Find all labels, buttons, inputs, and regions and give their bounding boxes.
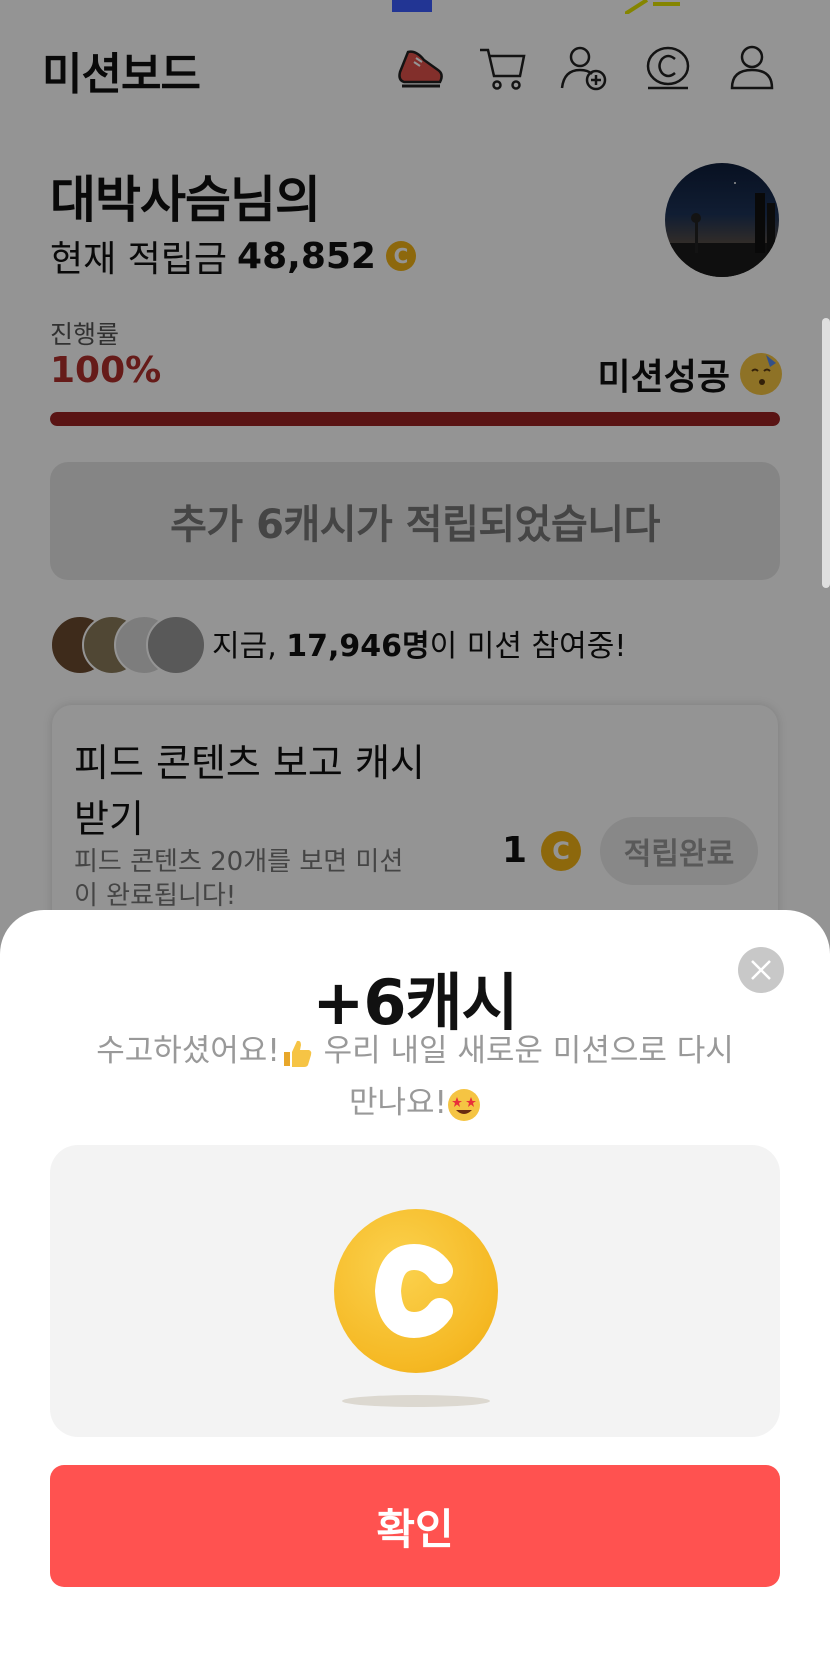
mission-board-page: 미션보드 대박사슴님의 현재 적립금 48,852 C 진행률 100% 미션성… (0, 0, 830, 1659)
thumbs-up-icon (283, 1040, 311, 1067)
scrollbar-thumb[interactable] (822, 318, 830, 588)
reward-modal: +6캐시 수고하셨어요! 우리 내일 새로운 미션으로 다시 만나요! 확인 (0, 910, 830, 1659)
reward-coin-panel (50, 1145, 780, 1437)
star-struck-icon (448, 1088, 480, 1121)
coin-shadow (342, 1395, 490, 1407)
modal-message-part3: 만나요! (349, 1085, 447, 1121)
big-coin-icon (334, 1209, 498, 1373)
close-button[interactable] (738, 947, 784, 993)
modal-message-part1: 수고하셨어요! (96, 1033, 280, 1069)
modal-message-part2: 우리 내일 새로운 미션으로 다시 (313, 1033, 734, 1069)
close-icon (751, 960, 771, 980)
confirm-button[interactable]: 확인 (50, 1465, 780, 1587)
modal-message: 수고하셨어요! 우리 내일 새로운 미션으로 다시만나요! (80, 1025, 750, 1129)
